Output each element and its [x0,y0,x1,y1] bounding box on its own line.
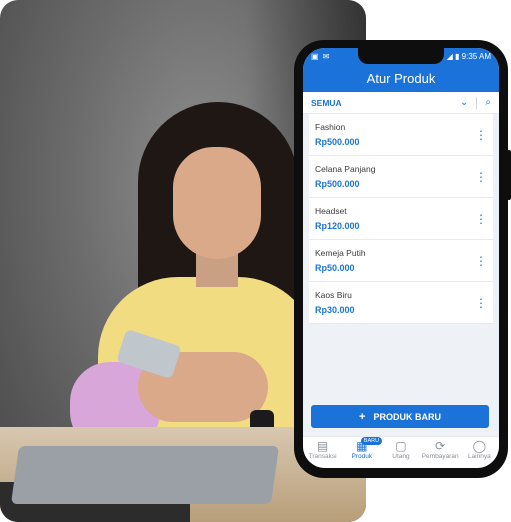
list-item[interactable]: Celana Panjang Rp500.000 ⋮ [309,156,493,198]
filter-bar[interactable]: SEMUA ⌄ ⌕ [303,92,499,114]
bottom-nav: ▤ Transaksi ▦ BARU Produk ▢ Utang ⟳ Pemb… [303,436,499,468]
woman-holding-phone [70,92,318,452]
ledger-icon: ▢ [395,439,407,453]
search-icon[interactable]: ⌕ [485,97,491,108]
product-info: Celana Panjang Rp500.000 [315,164,376,189]
laptop [10,446,280,504]
list-item[interactable]: Kemeja Putih Rp50.000 ⋮ [309,240,493,282]
list-item[interactable]: Kaos Biru Rp30.000 ⋮ [309,282,493,324]
nav-label: Pembayaran [421,453,459,460]
product-list: Fashion Rp500.000 ⋮ Celana Panjang Rp500… [303,114,499,324]
nav-produk[interactable]: ▦ BARU Produk [343,437,383,460]
nav-label: Produk [351,453,373,460]
nav-utang[interactable]: ▢ Utang [382,439,420,460]
nav-label: Utang [392,453,410,460]
user-icon: ◯ [472,439,487,453]
new-badge: BARU [360,437,383,445]
phone-screen: ▣ ✉ ◢ ▮ 9:35 AM Atur Produk SEMUA ⌄ ⌕ Fa… [303,48,499,468]
list-item[interactable]: Headset Rp120.000 ⋮ [309,198,493,240]
page-title: Atur Produk [366,70,436,86]
product-price: Rp500.000 [315,137,360,147]
product-name: Kemeja Putih [315,248,366,258]
chevron-down-icon[interactable]: ⌄ [460,97,468,108]
nav-label: Transaksi [308,453,337,460]
status-right: ◢ ▮ 9:35 AM [447,52,491,61]
nav-transaksi[interactable]: ▤ Transaksi [304,439,342,460]
nav-pembayaran[interactable]: ⟳ Pembayaran [421,439,459,460]
category-filter[interactable]: SEMUA [311,98,460,108]
more-vertical-icon[interactable]: ⋮ [475,129,487,141]
message-icon: ✉ [322,51,330,61]
product-info: Headset Rp120.000 [315,206,360,231]
app-bar: Atur Produk [303,64,499,92]
product-name: Kaos Biru [315,290,352,300]
divider [476,96,478,109]
product-price: Rp50.000 [315,263,355,273]
product-name: Headset [315,206,347,216]
image-icon: ▣ [311,51,319,61]
list-item[interactable]: Fashion Rp500.000 ⋮ [309,114,493,156]
product-name: Fashion [315,122,346,132]
battery-icon: ▮ [455,51,460,61]
product-price: Rp120.000 [315,221,360,231]
camera-notch [358,48,444,64]
phone-side-button [507,150,511,200]
more-vertical-icon[interactable]: ⋮ [475,171,487,183]
refresh-icon: ⟳ [435,439,446,453]
nav-label: Lainnya [467,453,491,460]
signal-icon: ◢ [446,51,453,61]
face [173,147,261,259]
nav-lainnya[interactable]: ◯ Lainnya [460,439,498,460]
more-vertical-icon[interactable]: ⋮ [475,297,487,309]
status-time: 9:35 AM [461,51,491,61]
product-info: Fashion Rp500.000 [315,122,360,147]
product-name: Celana Panjang [315,164,376,174]
status-icons: ▣ ✉ [311,52,329,61]
new-product-label: PRODUK BARU [373,411,441,422]
product-price: Rp500.000 [315,179,360,189]
product-price: Rp30.000 [315,305,355,315]
receipt-icon: ▤ [316,439,329,453]
more-vertical-icon[interactable]: ⋮ [475,255,487,267]
more-vertical-icon[interactable]: ⋮ [475,213,487,225]
product-info: Kemeja Putih Rp50.000 [315,248,366,273]
plus-icon: + [359,410,366,423]
new-product-button[interactable]: + PRODUK BARU [311,405,489,428]
product-info: Kaos Biru Rp30.000 [315,290,355,315]
